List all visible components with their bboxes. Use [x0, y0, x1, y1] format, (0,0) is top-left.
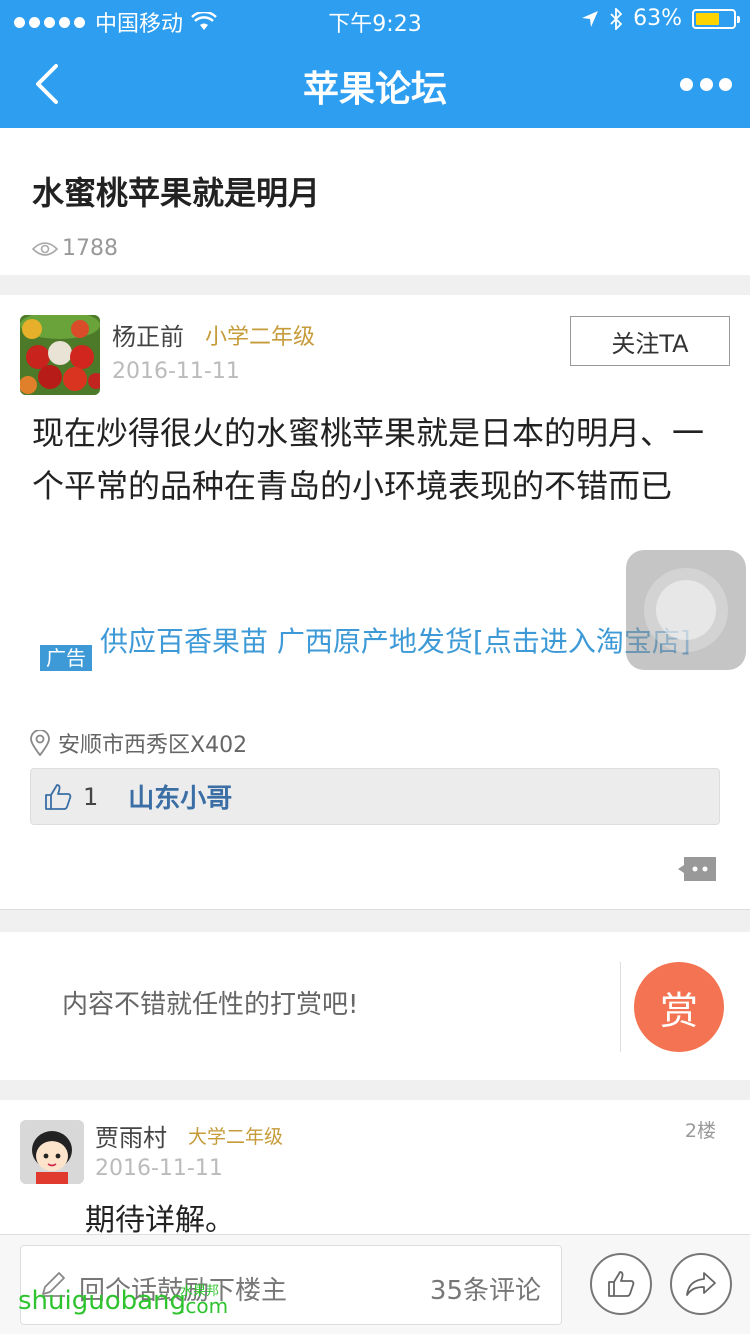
eye-icon	[32, 241, 58, 256]
reply-item: 贾雨村 大学二年级 2楼 2016-11-11 期待详解。	[0, 1100, 750, 1240]
location-arrow-icon	[582, 10, 599, 27]
reply-date: 2016-11-11	[95, 1156, 223, 1181]
post-body: 杨正前 小学二年级 2016-11-11 关注TA 现在炒得很火的水蜜桃苹果就是…	[0, 295, 750, 910]
location: 安顺市西秀区X402	[30, 727, 247, 759]
navigation-bar: 苹果论坛	[0, 40, 750, 128]
thumbs-up-icon	[608, 1271, 635, 1297]
post-date: 2016-11-11	[112, 359, 240, 384]
watermark-text: shuiguobang	[18, 1286, 187, 1316]
author-name[interactable]: 杨正前	[112, 317, 184, 352]
reply-author[interactable]: 贾雨村	[95, 1118, 167, 1153]
like-count: 1	[83, 782, 99, 811]
page-title: 苹果论坛	[302, 69, 447, 110]
comment-icon[interactable]	[678, 855, 718, 883]
location-pin-icon	[30, 730, 50, 756]
share-button[interactable]	[670, 1253, 732, 1315]
view-count-value: 1788	[62, 236, 118, 261]
share-arrow-icon	[686, 1272, 716, 1296]
view-count: 1788	[32, 236, 118, 261]
fruit-photo-icon	[20, 315, 100, 395]
like-button[interactable]	[590, 1253, 652, 1315]
post-title: 水蜜桃苹果就是明月	[32, 174, 321, 212]
reward-button[interactable]: 赏	[634, 962, 724, 1052]
ad-badge: 广告	[40, 645, 92, 671]
comment-count[interactable]: 35条评论	[430, 1270, 541, 1307]
reward-prompt: 内容不错就任性的打赏吧!	[62, 990, 359, 1020]
post-header: 水蜜桃苹果就是明月 1788	[0, 128, 750, 275]
likes-bar: 1 山东小哥	[30, 768, 720, 825]
reply-content: 期待详解。	[85, 1203, 235, 1238]
avatar[interactable]	[20, 1120, 84, 1184]
post-content: 现在炒得很火的水蜜桃苹果就是日本的明月、一个平常的品种在青岛的小环境表现的不错而…	[32, 414, 705, 505]
reply-author-grade: 大学二年级	[188, 1126, 284, 1148]
divider	[620, 962, 621, 1052]
bottom-toolbar: 回个话鼓励下楼主 35条评论	[0, 1234, 750, 1334]
location-text: 安顺市西秀区X402	[58, 733, 248, 758]
battery-percent: 63%	[633, 6, 682, 31]
status-bar: 中国移动 下午9:23 63%	[0, 0, 750, 40]
avatar[interactable]	[20, 315, 100, 395]
more-dots-icon[interactable]	[680, 70, 732, 98]
cartoon-avatar-icon	[20, 1120, 84, 1184]
bluetooth-icon	[610, 7, 623, 30]
watermark-suffix: .com	[179, 1294, 229, 1318]
assistive-touch-button[interactable]	[626, 550, 746, 670]
thumbs-up-icon[interactable]	[43, 782, 73, 812]
follow-button[interactable]: 关注TA	[570, 316, 730, 366]
floor-number: 2楼	[684, 1120, 716, 1142]
watermark: shuiguobang水果邦.com	[18, 1284, 229, 1318]
author-grade: 小学二年级	[205, 325, 316, 350]
reward-panel: 内容不错就任性的打赏吧! 赏	[0, 932, 750, 1080]
liker-name[interactable]: 山东小哥	[128, 778, 232, 815]
battery-icon	[692, 8, 740, 29]
